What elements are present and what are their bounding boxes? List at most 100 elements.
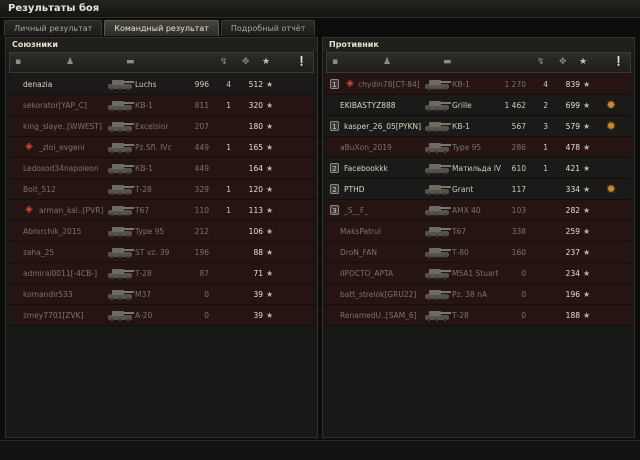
xp-star-icon: ★	[583, 185, 591, 194]
vehicle-column-icon[interactable]: ▬	[126, 57, 135, 67]
achievement-medal-icon[interactable]: ✹	[606, 98, 616, 112]
player-row[interactable]: RenamedU..[SAM_6] Т-28 0 188 ★	[326, 305, 631, 326]
tank-image-icon	[105, 97, 135, 113]
player-name[interactable]: IIPOCTO_APTA	[340, 263, 393, 284]
xp-star-icon: ★	[266, 227, 274, 236]
clan-emblem-icon: ◈	[346, 78, 354, 89]
player-name[interactable]: zaha_25	[23, 242, 54, 263]
xp-star-icon: ★	[583, 164, 591, 173]
player-name[interactable]: Ledoxod34napoleon	[23, 158, 99, 179]
player-name[interactable]: arman_kal..[PVR]	[39, 200, 103, 221]
tank-name: Т-80	[452, 248, 469, 257]
player-row[interactable]: aBuXon_2019 Type 95 286 1 478 ★	[326, 137, 631, 158]
xp-value: 120	[248, 185, 263, 194]
achievement-medal-icon[interactable]: ✹	[606, 182, 616, 196]
achievement-medal-icon[interactable]: ✹	[606, 119, 616, 133]
player-name[interactable]: PTHD	[344, 179, 365, 200]
kills-value: 1	[226, 185, 231, 194]
player-name[interactable]: zmey7701[ZVK]	[23, 305, 83, 326]
player-name[interactable]: RenamedU..[SAM_6]	[340, 305, 417, 326]
player-name[interactable]: king_slaye..[WWEST]	[23, 116, 102, 137]
xp-star-icon: ★	[266, 290, 274, 299]
platoon-column-icon[interactable]: ▪	[332, 57, 338, 67]
damage-value: 0	[204, 311, 209, 320]
player-row[interactable]: ◈ arman_kal..[PVR] T67 110 1 113 ★	[9, 200, 314, 221]
tank-name: Pz. 38 nA	[452, 290, 488, 299]
player-row[interactable]: IIPOCTO_APTA M5A1 Stuart 0 234 ★	[326, 263, 631, 284]
player-name[interactable]: kasper_26_05[PYKN]	[344, 116, 421, 137]
player-row[interactable]: zmey7701[ZVK] A-20 0 39 ★	[9, 305, 314, 326]
platoon-badge-icon: 2	[330, 184, 339, 194]
tank-image-icon	[422, 307, 452, 323]
xp-column-icon[interactable]: ★	[262, 57, 270, 67]
kills-value: 3	[543, 122, 548, 131]
player-name[interactable]: sekorator[YAP_C]	[23, 95, 87, 116]
xp-value: 164	[248, 164, 263, 173]
clan-emblem-icon: ◈	[25, 204, 33, 215]
tank-image-icon	[105, 223, 135, 239]
player-row[interactable]: komandir533 M37 0 39 ★	[9, 284, 314, 305]
player-name[interactable]: Bolt_512	[23, 179, 56, 200]
player-row[interactable]: Abrorchik_2015 Type 95 212 106 ★	[9, 221, 314, 242]
damage-value: 0	[521, 311, 526, 320]
tank-name: Т-28	[452, 311, 469, 320]
player-row[interactable]: 1 kasper_26_05[PYKN] КВ-1 567 3 579 ★ ✹	[326, 116, 631, 137]
kills-column-icon[interactable]: ✥	[559, 57, 567, 67]
player-name[interactable]: MaksPatrul	[340, 221, 381, 242]
xp-star-icon: ★	[583, 80, 591, 89]
xp-column-icon[interactable]: ★	[579, 57, 587, 67]
tank-image-icon	[422, 286, 452, 302]
tab-personal[interactable]: Личный результат	[4, 20, 103, 36]
damage-value: 0	[521, 290, 526, 299]
player-row[interactable]: 2 Facebookkk Матильда IV 610 1 421 ★	[326, 158, 631, 179]
player-row[interactable]: admiral0011[-4CB-] Т-28 87 71 ★	[9, 263, 314, 284]
info-column-icon[interactable]: ❕	[613, 57, 624, 67]
player-row[interactable]: ◈ _zloi_evgeni Pz.Sfl. IVc 449 1 165 ★	[9, 137, 314, 158]
platoon-column-icon[interactable]: ▪	[15, 57, 21, 67]
xp-value: 699	[565, 101, 580, 110]
player-row[interactable]: sekorator[YAP_C] КВ-1 811 1 320 ★	[9, 95, 314, 116]
player-row[interactable]: DroN_FAN Т-80 160 237 ★	[326, 242, 631, 263]
vehicle-column-icon[interactable]: ▬	[443, 57, 452, 67]
allies-column-header: ▪ ♟ ▬ ↯ ✥ ★ ❕	[9, 52, 314, 73]
player-name[interactable]: _S__F_	[344, 200, 368, 221]
xp-star-icon: ★	[266, 101, 274, 110]
player-row[interactable]: king_slaye..[WWEST] Excelsior 207 180 ★	[9, 116, 314, 137]
player-name[interactable]: Abrorchik_2015	[23, 221, 81, 242]
player-row[interactable]: zaha_25 ST vz. 39 196 88 ★	[9, 242, 314, 263]
xp-star-icon: ★	[266, 80, 274, 89]
xp-value: 334	[565, 185, 580, 194]
player-name[interactable]: admiral0011[-4CB-]	[23, 263, 97, 284]
enemies-title: Противник	[323, 38, 634, 52]
player-name[interactable]: EKIBASTYZ888	[340, 95, 396, 116]
player-row[interactable]: Ledoxod34napoleon КВ-1 449 164 ★	[9, 158, 314, 179]
damage-column-icon[interactable]: ↯	[220, 57, 228, 67]
player-name[interactable]: DroN_FAN	[340, 242, 377, 263]
player-column-icon[interactable]: ♟	[383, 57, 391, 67]
damage-column-icon[interactable]: ↯	[537, 57, 545, 67]
player-row[interactable]: 2 PTHD Grant 117 334 ★ ✹	[326, 179, 631, 200]
player-row[interactable]: 1 ◈ chydin78[CT-84] КВ-1 1 270 4 839 ★	[326, 74, 631, 95]
xp-value: 165	[248, 143, 263, 152]
info-column-icon[interactable]: ❕	[296, 57, 307, 67]
tab-detailed[interactable]: Подробный отчёт	[220, 20, 316, 36]
player-row[interactable]: 3 _S__F_ AMX 40 103 282 ★	[326, 200, 631, 221]
player-name[interactable]: chydin78[CT-84]	[358, 74, 420, 95]
player-row[interactable]: MaksPatrul T67 338 259 ★	[326, 221, 631, 242]
damage-value: 212	[194, 227, 209, 236]
player-name[interactable]: batt_strelok[GRU22]	[340, 284, 416, 305]
player-row[interactable]: denazia Luchs 996 4 512 ★	[9, 74, 314, 95]
player-name[interactable]: aBuXon_2019	[340, 137, 392, 158]
tab-team[interactable]: Командный результат	[104, 20, 219, 36]
kills-column-icon[interactable]: ✥	[242, 57, 250, 67]
player-row[interactable]: Bolt_512 Т-28 329 1 120 ★	[9, 179, 314, 200]
xp-value: 282	[565, 206, 580, 215]
xp-star-icon: ★	[583, 122, 591, 131]
player-row[interactable]: batt_strelok[GRU22] Pz. 38 nA 0 196 ★	[326, 284, 631, 305]
player-row[interactable]: EKIBASTYZ888 Grille 1 462 2 699 ★ ✹	[326, 95, 631, 116]
player-column-icon[interactable]: ♟	[66, 57, 74, 67]
player-name[interactable]: _zloi_evgeni	[39, 137, 84, 158]
player-name[interactable]: denazia	[23, 74, 52, 95]
player-name[interactable]: Facebookkk	[344, 158, 388, 179]
player-name[interactable]: komandir533	[23, 284, 73, 305]
